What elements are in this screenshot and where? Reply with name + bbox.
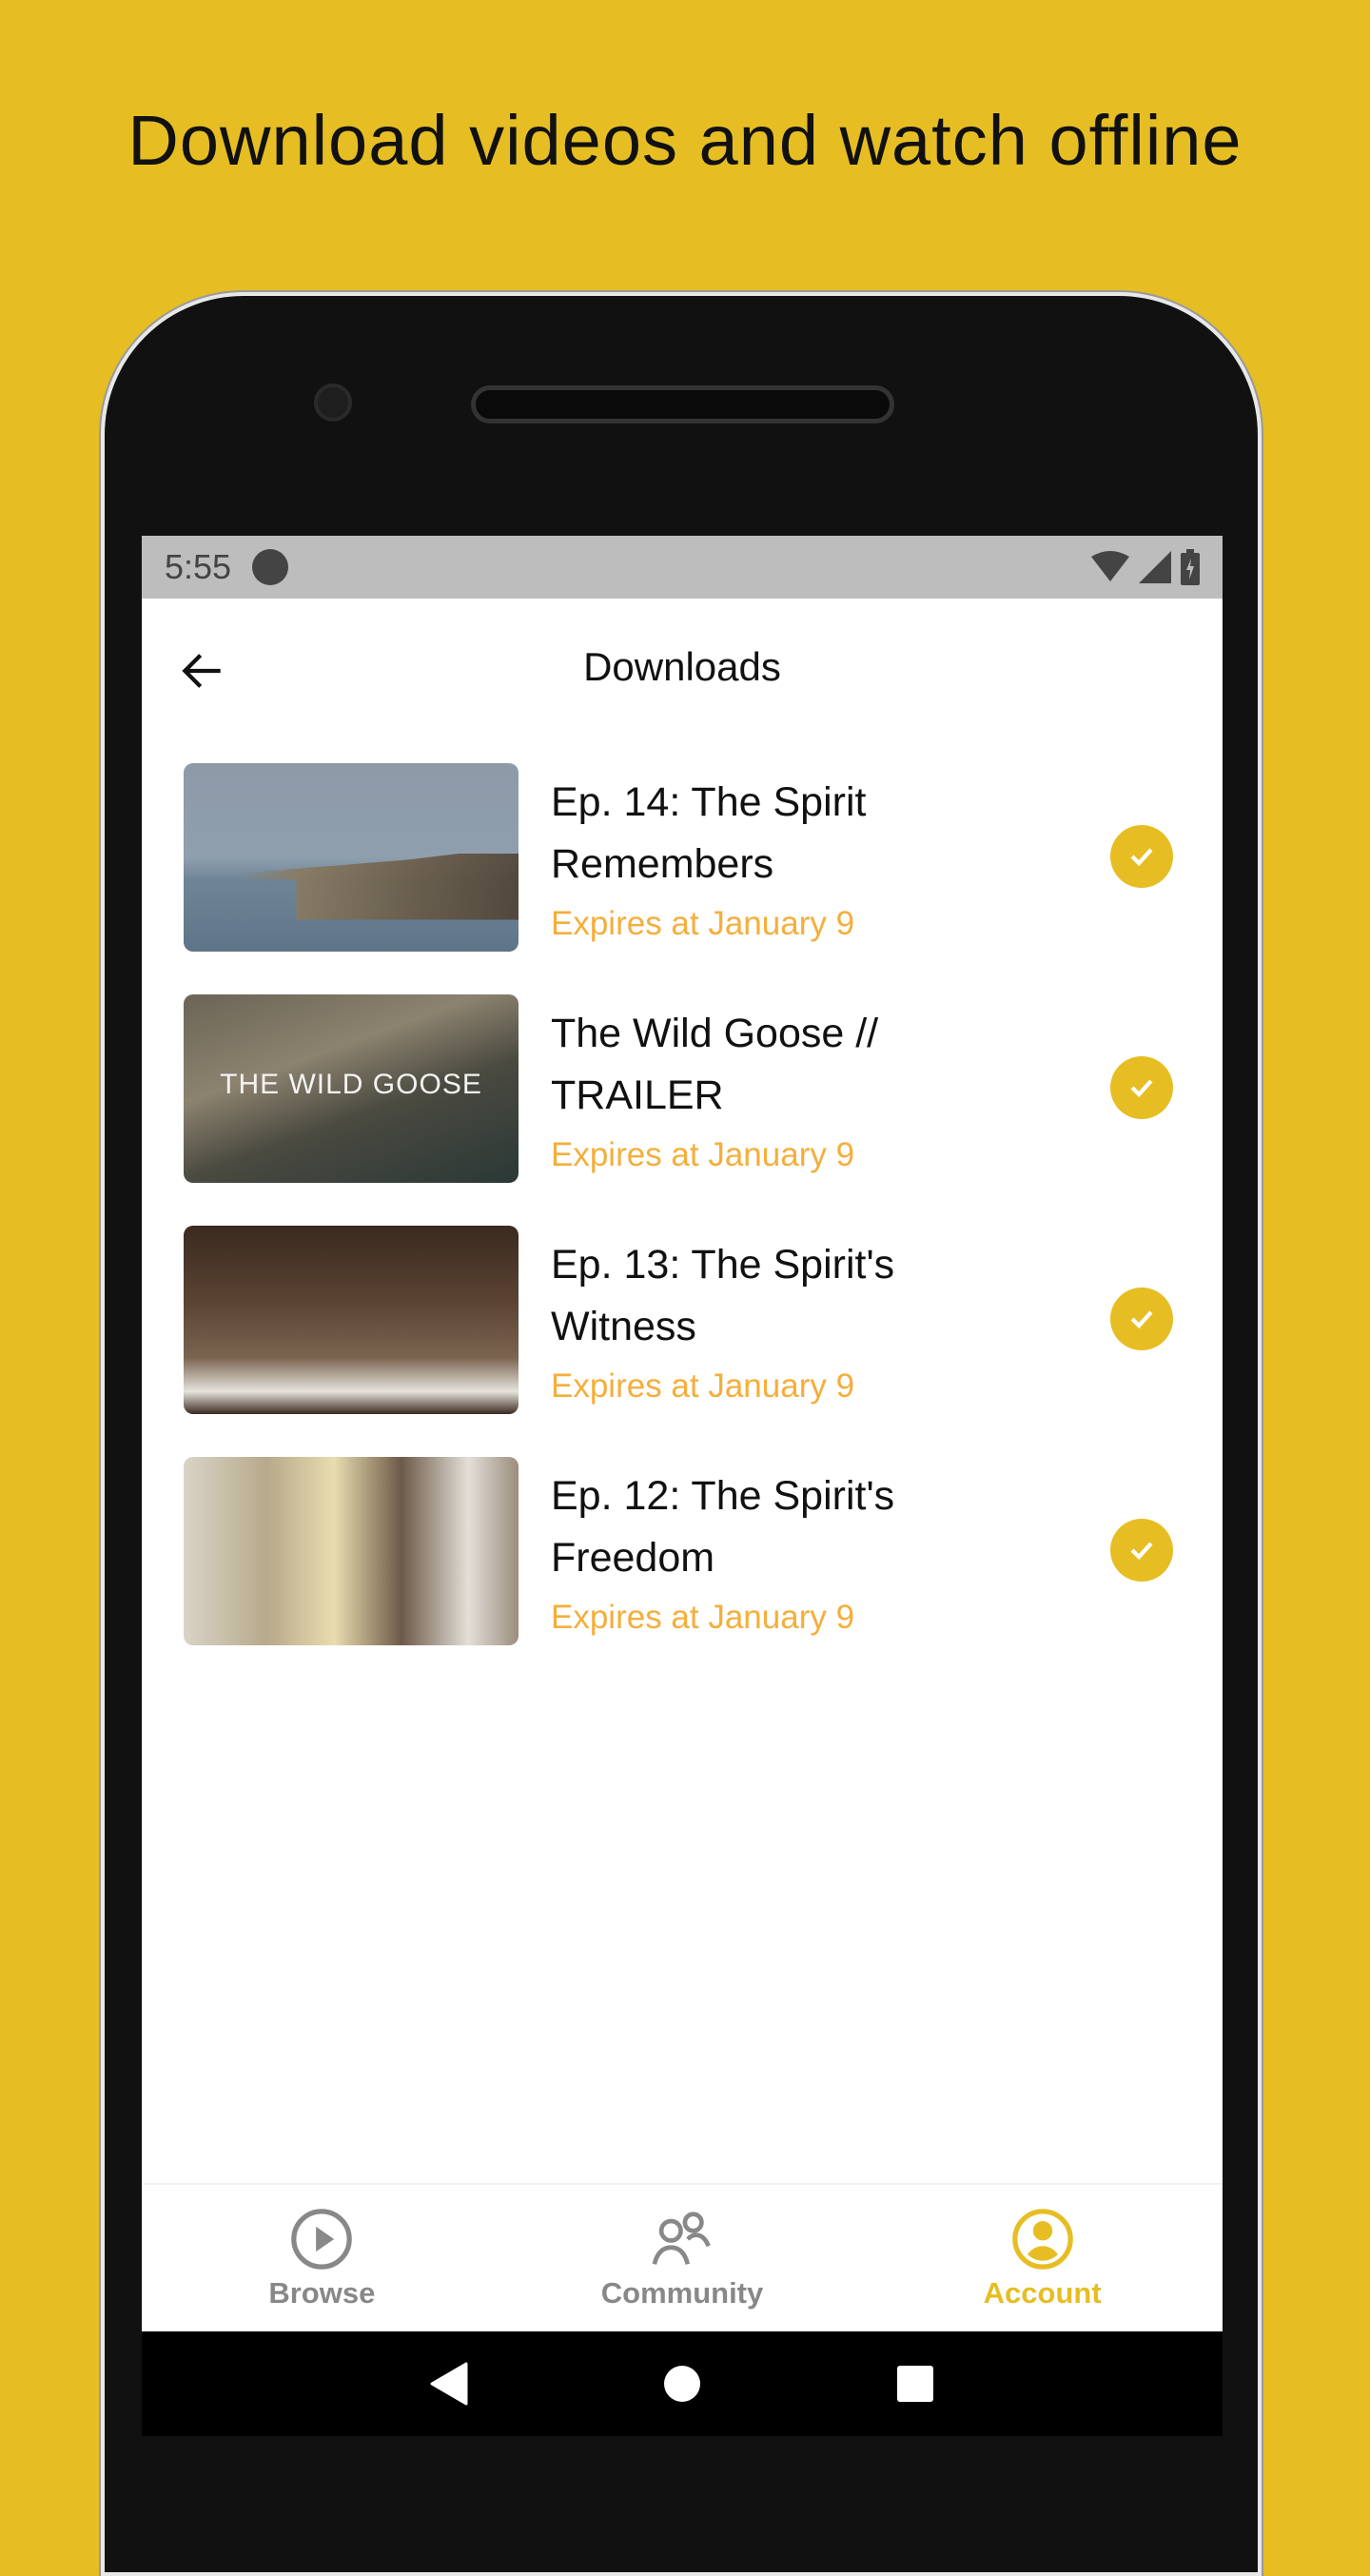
wifi-icon: [1091, 551, 1129, 581]
download-item[interactable]: Ep. 14: The Spirit Remembers Expires at …: [184, 741, 1223, 973]
video-thumbnail: [184, 1456, 519, 1645]
page-title: Downloads: [583, 644, 781, 689]
bottom-nav: Browse Community Account: [142, 2183, 1223, 2331]
download-item[interactable]: THE WILD GOOSE The Wild Goose // TRAILER…: [184, 973, 1223, 1204]
downloaded-check-icon: [1110, 825, 1173, 888]
video-title: Ep. 13: The Spirit's Witness: [551, 1241, 895, 1349]
system-nav-bar: [142, 2331, 1223, 2436]
download-item[interactable]: Ep. 12: The Spirit's Freedom Expires at …: [184, 1435, 1223, 1666]
back-nav-icon[interactable]: [430, 2362, 468, 2406]
status-bar: 5:55: [142, 536, 1223, 599]
video-title: Ep. 14: The Spirit Remembers: [551, 778, 867, 887]
screen: 5:55 Downloads Ep. 14: The Spirit Rememb…: [142, 536, 1223, 2436]
downloaded-check-icon: [1110, 1288, 1173, 1350]
camera: [314, 383, 352, 422]
expiry-text: Expires at January 9: [551, 1598, 855, 1636]
tab-browse[interactable]: Browse: [142, 2185, 502, 2331]
signal-icon: [1139, 551, 1171, 583]
downloaded-check-icon: [1110, 1056, 1173, 1119]
recents-nav-icon[interactable]: [896, 2365, 934, 2403]
home-nav-icon[interactable]: [663, 2365, 701, 2403]
downloaded-check-icon: [1110, 1519, 1173, 1582]
tab-label: Community: [600, 2276, 764, 2310]
tab-label: Account: [983, 2276, 1102, 2310]
tab-account[interactable]: Account: [862, 2185, 1223, 2331]
account-icon: [1011, 2209, 1073, 2270]
status-time: 5:55: [165, 547, 232, 586]
video-title: Ep. 12: The Spirit's Freedom: [551, 1472, 895, 1581]
play-circle-icon: [291, 2209, 353, 2270]
app-bar: Downloads: [142, 599, 1223, 741]
headline: Download videos and watch offline: [127, 101, 1243, 180]
people-icon: [652, 2212, 711, 2265]
tab-label: Browse: [268, 2276, 376, 2310]
notification-icon: [252, 549, 289, 585]
downloads-list: Ep. 14: The Spirit Remembers Expires at …: [142, 741, 1223, 1666]
speaker: [471, 385, 894, 423]
battery-icon: [1181, 549, 1200, 585]
expiry-text: Expires at January 9: [551, 904, 855, 942]
download-item[interactable]: Ep. 13: The Spirit's Witness Expires at …: [184, 1204, 1223, 1435]
tab-community[interactable]: Community: [502, 2185, 863, 2331]
expiry-text: Expires at January 9: [551, 1135, 855, 1173]
video-title: The Wild Goose // TRAILER: [551, 1010, 879, 1118]
expiry-text: Expires at January 9: [551, 1367, 855, 1405]
video-thumbnail: [184, 762, 519, 952]
video-thumbnail: THE WILD GOOSE: [184, 993, 519, 1183]
thumbnail-text: THE WILD GOOSE: [220, 1068, 482, 1100]
video-thumbnail: [184, 1225, 519, 1414]
